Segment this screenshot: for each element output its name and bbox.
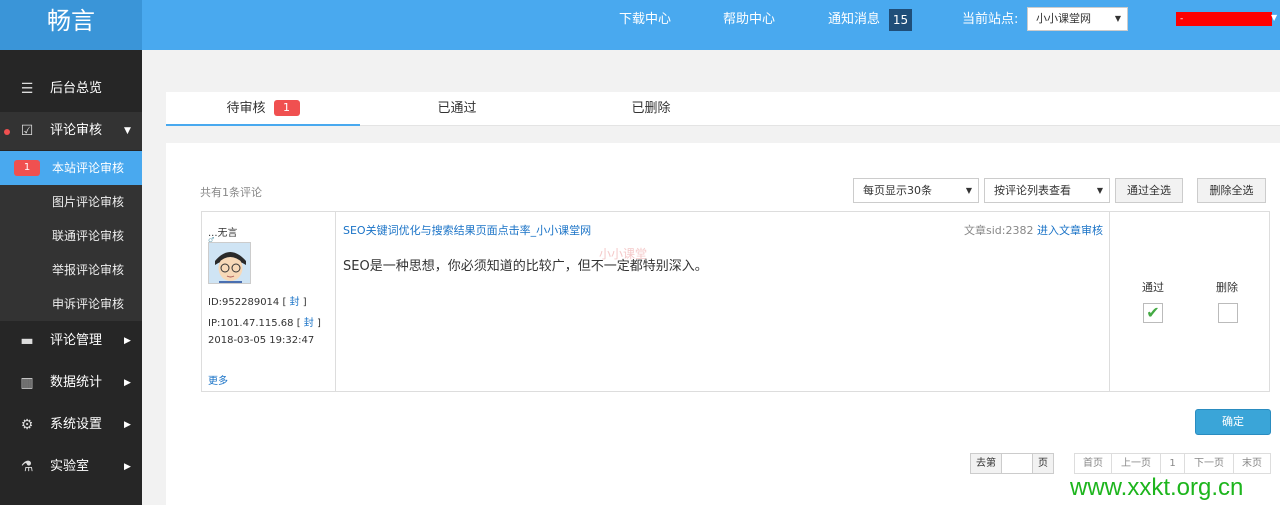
avatar[interactable] — [208, 242, 251, 284]
tab-count-badge: 1 — [273, 100, 300, 116]
approve-all-button[interactable]: 通过全选 — [1115, 178, 1183, 203]
chevron-down-icon[interactable]: ▼ — [1271, 13, 1277, 22]
approve-checkbox[interactable]: ✔ — [1143, 303, 1163, 323]
watermark-url: www.xxkt.org.cn — [1070, 474, 1244, 501]
comment-actions: 通过 删除 ✔ — [1109, 212, 1270, 391]
sidebar-subitem-image-review[interactable]: 图片评论审核 — [0, 185, 142, 219]
sidebar-subitem-unicom-review[interactable]: 联通评论审核 — [0, 219, 142, 253]
user-id: ID:952289014 — [208, 297, 280, 308]
count-badge: 1 — [14, 160, 40, 176]
comment-card: ...无言 ♂ ID:952289014 [ 封 ] IP:101.47.115… — [201, 211, 1270, 392]
sidebar-item-label: 评论审核 — [50, 123, 103, 138]
ban-id-link[interactable]: 封 — [290, 297, 300, 308]
sidebar: ☰ 后台总览 ☑ 评论审核 ▼ 1 本站评论审核 图片评论审核 联通评论审核 举… — [0, 50, 142, 505]
folder-icon: ▬ — [20, 333, 34, 349]
sidebar-item-lab[interactable]: ⚗ 实验室 ▶ — [0, 448, 142, 486]
delete-label: 删除 — [1216, 281, 1238, 294]
per-page-select[interactable]: 每页显示30条 ▼ — [853, 178, 979, 203]
bar-chart-icon: ▥ — [20, 375, 34, 391]
flask-icon: ⚗ — [20, 459, 34, 475]
caret-down-icon: ▼ — [124, 126, 131, 136]
sidebar-subitem-label: 图片评论审核 — [52, 195, 125, 209]
top-header: 畅言 下载中心 帮助中心 通知消息 15 当前站点: 小小课堂网 ▼ - ▼ — [0, 0, 1280, 50]
next-page-button[interactable]: 下一页 — [1184, 453, 1234, 474]
tab-pending[interactable]: 待审核 1 — [166, 92, 360, 126]
sidebar-subitem-site-review[interactable]: 1 本站评论审核 — [0, 151, 142, 185]
sidebar-item-comment-review[interactable]: ☑ 评论审核 ▼ — [0, 112, 142, 150]
gear-icon: ⚙ — [20, 417, 34, 433]
checkmark-icon: ✔ — [1146, 303, 1160, 322]
sidebar-subitem-report-review[interactable]: 举报评论审核 — [0, 253, 142, 287]
chevron-right-icon: ▶ — [124, 462, 131, 472]
download-center-link[interactable]: 下载中心 — [619, 0, 671, 40]
view-mode-value: 按评论列表查看 — [994, 184, 1071, 197]
view-mode-select[interactable]: 按评论列表查看 ▼ — [984, 178, 1110, 203]
sidebar-subitem-label: 申诉评论审核 — [52, 297, 125, 311]
enter-article-review-link[interactable]: 进入文章审核 — [1037, 224, 1103, 237]
review-tabs: 待审核 1 已通过 已删除 — [166, 92, 1280, 126]
notification-count-badge[interactable]: 15 — [889, 9, 912, 31]
chevron-right-icon: ▶ — [124, 378, 131, 388]
tab-approved[interactable]: 已通过 — [360, 92, 554, 126]
user-ip-line: IP:101.47.115.68 [ 封 ] — [208, 318, 321, 329]
sidebar-item-label: 数据统计 — [50, 375, 103, 390]
goto-label: 去第 — [976, 458, 996, 469]
tab-deleted[interactable]: 已删除 — [554, 92, 748, 126]
sidebar-item-statistics[interactable]: ▥ 数据统计 ▶ — [0, 364, 142, 402]
user-menu[interactable]: - — [1176, 12, 1272, 26]
tab-label: 已删除 — [631, 101, 671, 116]
tab-label: 已通过 — [437, 101, 477, 116]
first-page-button[interactable]: 首页 — [1074, 453, 1112, 474]
sidebar-subitem-label: 联通评论审核 — [52, 229, 125, 243]
menu-icon: ☰ — [20, 81, 34, 97]
sidebar-item-label: 后台总览 — [50, 81, 103, 96]
chevron-down-icon: ▼ — [1114, 14, 1121, 23]
goto-page: 去第 页 — [970, 453, 1054, 474]
clipboard-check-icon: ☑ — [20, 123, 34, 139]
sidebar-item-label: 系统设置 — [50, 417, 103, 432]
ban-ip-link[interactable]: 封 — [304, 318, 314, 329]
sidebar-item-overview[interactable]: ☰ 后台总览 — [0, 70, 142, 108]
unread-dot — [4, 129, 10, 135]
prev-page-button[interactable]: 上一页 — [1111, 453, 1161, 474]
help-center-link[interactable]: 帮助中心 — [723, 0, 775, 40]
sidebar-item-label: 实验室 — [50, 459, 90, 474]
last-page-button[interactable]: 末页 — [1233, 453, 1271, 474]
chevron-down-icon: ▼ — [965, 186, 972, 195]
chevron-down-icon: ▼ — [1096, 186, 1103, 195]
sidebar-subitem-label: 本站评论审核 — [52, 161, 125, 175]
user-ip: IP:101.47.115.68 — [208, 318, 294, 329]
total-count: 共有1条评论 — [200, 186, 262, 199]
sidebar-item-settings[interactable]: ⚙ 系统设置 ▶ — [0, 406, 142, 444]
site-select[interactable]: 小小课堂网 ▼ — [1027, 7, 1128, 31]
goto-page-input[interactable] — [1001, 454, 1033, 473]
user-id-line: ID:952289014 [ 封 ] — [208, 297, 307, 308]
delete-checkbox[interactable] — [1218, 303, 1238, 323]
approve-label: 通过 — [1142, 281, 1164, 294]
notifications-link[interactable]: 通知消息 — [828, 0, 880, 40]
current-site-label: 当前站点: — [962, 12, 1019, 27]
site-select-value: 小小课堂网 — [1036, 12, 1091, 25]
current-page[interactable]: 1 — [1160, 453, 1185, 474]
comment-content: SEO是一种思想，你必须知道的比较广，但不一定都特别深入。 — [343, 259, 708, 274]
chevron-right-icon: ▶ — [124, 336, 131, 346]
delete-all-button[interactable]: 删除全选 — [1197, 178, 1266, 203]
article-title-link[interactable]: SEO关键词优化与搜索结果页面点击率_小小课堂网 — [343, 222, 591, 238]
sidebar-subitem-label: 举报评论审核 — [52, 263, 125, 277]
logo[interactable]: 畅言 — [0, 0, 142, 50]
sidebar-item-comment-manage[interactable]: ▬ 评论管理 ▶ — [0, 322, 142, 360]
per-page-value: 每页显示30条 — [863, 184, 932, 197]
chevron-right-icon: ▶ — [124, 420, 131, 430]
article-sid: 文章sid:2382 — [964, 224, 1034, 237]
goto-button[interactable]: 页 — [1033, 454, 1053, 473]
article-sid-line: 文章sid:2382 进入文章审核 — [964, 222, 1103, 238]
confirm-button[interactable]: 确定 — [1195, 409, 1271, 435]
comment-user-info: ...无言 ♂ ID:952289014 [ 封 ] IP:101.47.115… — [202, 212, 336, 391]
comment-time: 2018-03-05 19:32:47 — [208, 335, 315, 346]
sidebar-item-label: 评论管理 — [50, 333, 103, 348]
tab-label: 待审核 — [226, 101, 266, 116]
sidebar-subitem-appeal-review[interactable]: 申诉评论审核 — [0, 287, 142, 321]
more-link[interactable]: 更多 — [208, 372, 228, 387]
